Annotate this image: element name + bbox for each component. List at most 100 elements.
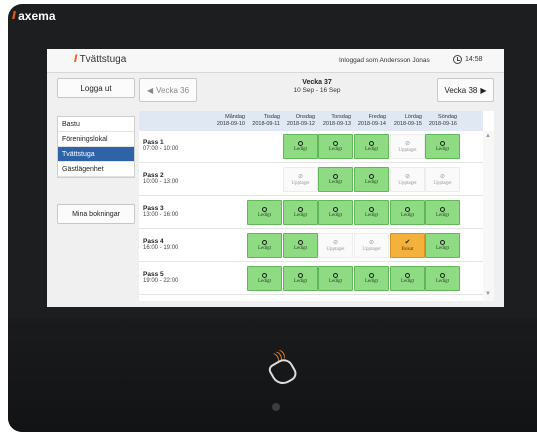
chevron-left-icon: ◀ <box>146 85 154 95</box>
device-brand: // axema <box>12 9 56 23</box>
brand-name: axema <box>18 9 56 23</box>
sidebar-item-föreningslokal[interactable]: Föreningslokal <box>58 132 134 147</box>
slot-free[interactable]: Ledigt <box>283 200 318 225</box>
clock-time: 14:58 <box>465 56 483 63</box>
slot-status-label: Ledigt <box>435 147 450 152</box>
chevron-right-icon: ▶ <box>480 85 487 95</box>
sidebar-item-bastu[interactable]: Bastu <box>58 117 134 132</box>
slot-status-label: Ledigt <box>400 279 415 284</box>
day-column-header: Tisdag 2018-09-11 <box>240 114 280 127</box>
day-date: 2018-09-14 <box>357 120 386 127</box>
sidebar-item-tvättstuga[interactable]: Tvättstuga <box>58 147 134 162</box>
slot-taken: ⊘ Upptaget <box>318 233 353 258</box>
slot-free[interactable]: Ledigt <box>354 266 389 291</box>
booking-grid: Måndag 2018-09-10 Tisdag 2018-09-11 Onsdag 20… <box>139 111 494 301</box>
slot-free[interactable]: Ledigt <box>247 200 282 225</box>
available-icon <box>369 141 374 146</box>
logout-label: Logga ut <box>80 83 112 93</box>
app-title: // Tvättstuga <box>74 54 126 65</box>
top-bar: // Tvättstuga Inloggad som Andersson Jon… <box>47 49 504 73</box>
slot-status-label: Ledigt <box>400 213 415 218</box>
slot-status-label: Ledigt <box>435 213 450 218</box>
day-column-header: Torsdag 2018-09-13 <box>311 114 351 127</box>
slot-free[interactable]: Ledigt <box>354 134 389 159</box>
pass-time: 19:00 - 22:00 <box>143 278 179 284</box>
my-bookings-button[interactable]: Mina bokningar <box>57 204 135 224</box>
available-icon <box>333 174 338 179</box>
logout-button[interactable]: Logga ut <box>57 78 135 98</box>
slot-free[interactable]: Ledigt <box>390 266 425 291</box>
axema-logo-icon: // <box>74 54 77 65</box>
day-column-header: Måndag 2018-09-10 <box>205 114 245 127</box>
slot-taken: ⊘ Upptaget <box>390 134 425 159</box>
my-bookings-label: Mina bokningar <box>72 210 120 218</box>
day-date: 2018-09-15 <box>393 120 422 127</box>
available-icon <box>262 273 267 278</box>
pass-time: 16:00 - 19:00 <box>143 245 179 251</box>
day-header: Måndag 2018-09-10 Tisdag 2018-09-11 Onsdag 20… <box>139 111 483 131</box>
pass-name: Pass 1 <box>143 139 164 146</box>
slot-free[interactable]: Ledigt <box>354 167 389 192</box>
pass-row: Pass 1 07:00 - 10:00 Ledigt Ledigt Ledigt ⊘ Up… <box>139 131 483 163</box>
unavailable-icon: ⊘ <box>332 239 339 246</box>
slot-free[interactable]: Ledigt <box>390 200 425 225</box>
slot-free[interactable]: Ledigt <box>425 134 460 159</box>
slot-status-label: Ledigt <box>328 279 343 284</box>
day-date: 2018-09-12 <box>286 120 315 127</box>
clock: 14:58 <box>453 55 483 64</box>
logged-in-user: Inloggad som Andersson Jonas <box>339 57 430 64</box>
pass-time: 13:00 - 16:00 <box>143 212 179 218</box>
slot-free[interactable]: Ledigt <box>425 200 460 225</box>
slot-free[interactable]: Ledigt <box>425 233 460 258</box>
slot-free[interactable]: Ledigt <box>283 266 318 291</box>
day-date: 2018-09-11 <box>252 120 280 127</box>
pass-row: Pass 3 13:00 - 16:00 Ledigt Ledigt Ledigt Led… <box>139 197 483 229</box>
available-icon <box>369 273 374 278</box>
slot-free[interactable]: Ledigt <box>425 266 460 291</box>
scrollbar[interactable]: ▲ ▼ <box>483 131 494 301</box>
slot-free[interactable]: Ledigt <box>283 233 318 258</box>
slot-booked[interactable]: ✔ Bokat <box>390 233 425 258</box>
available-icon <box>440 207 445 212</box>
day-column-header: Lördag 2018-09-15 <box>382 114 422 127</box>
checkmark-icon: ✔ <box>404 239 411 246</box>
prev-week-label: Vecka 36 <box>156 85 190 95</box>
slot-free[interactable]: Ledigt <box>318 167 353 192</box>
scroll-up-icon[interactable]: ▲ <box>485 133 491 139</box>
week-title: Vecka 37 <box>302 79 332 86</box>
slot-free[interactable]: Ledigt <box>247 266 282 291</box>
screen: // Tvättstuga Inloggad som Andersson Jon… <box>47 49 504 307</box>
slot-taken: ⊘ Upptaget <box>354 233 389 258</box>
unavailable-icon: ⊘ <box>439 173 446 180</box>
prev-week-button[interactable]: ◀ Vecka 36 <box>139 78 197 102</box>
slot-status-label: Ledigt <box>293 213 308 218</box>
slot-status-label: Upptaget <box>291 180 310 186</box>
slot-status-label: Bokat <box>401 247 414 252</box>
available-icon <box>298 207 303 212</box>
scroll-down-icon[interactable]: ▼ <box>485 291 491 297</box>
slot-status-label: Upptaget <box>398 147 417 153</box>
available-icon <box>333 273 338 278</box>
slot-free[interactable]: Ledigt <box>247 233 282 258</box>
next-week-button[interactable]: Vecka 38 ▶ <box>437 78 494 102</box>
slot-status-label: Ledigt <box>257 213 272 218</box>
available-icon <box>440 141 445 146</box>
slot-status-label: Upptaget <box>326 246 345 252</box>
axema-logo-icon: // <box>12 10 16 22</box>
slot-free[interactable]: Ledigt <box>283 134 318 159</box>
sidebar-item-gästlägenhet[interactable]: Gästlägenhet <box>58 162 134 177</box>
available-icon <box>440 273 445 278</box>
day-date: 2018-09-16 <box>428 120 457 127</box>
available-icon <box>298 141 303 146</box>
slot-status-label: Ledigt <box>257 246 272 251</box>
slot-status-label: Ledigt <box>293 279 308 284</box>
pass-name: Pass 4 <box>143 238 164 245</box>
slot-free[interactable]: Ledigt <box>318 266 353 291</box>
slot-status-label: Ledigt <box>435 246 450 251</box>
slot-free[interactable]: Ledigt <box>354 200 389 225</box>
available-icon <box>333 207 338 212</box>
slot-free[interactable]: Ledigt <box>318 200 353 225</box>
slot-free[interactable]: Ledigt <box>318 134 353 159</box>
day-date: 2018-09-13 <box>322 120 351 127</box>
slot-status-label: Ledigt <box>328 180 343 185</box>
